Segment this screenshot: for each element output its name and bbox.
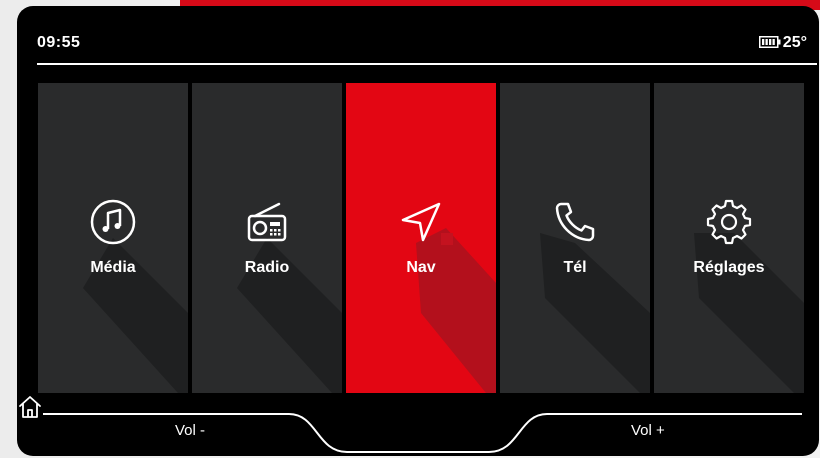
tile-label: Tél bbox=[563, 259, 587, 276]
temperature: 25° bbox=[782, 34, 807, 51]
gear-icon bbox=[706, 199, 752, 245]
radio-icon bbox=[247, 202, 287, 242]
volume-down-button[interactable]: Vol - bbox=[175, 422, 205, 439]
phone-icon bbox=[555, 202, 595, 242]
navigation-arrow-icon bbox=[401, 202, 441, 242]
tile-settings[interactable]: Réglages bbox=[654, 83, 804, 393]
tile-nav[interactable]: Nav bbox=[346, 83, 496, 393]
tile-label: Média bbox=[90, 259, 136, 276]
tile-label: Radio bbox=[244, 259, 290, 276]
tile-radio[interactable]: Radio bbox=[192, 83, 342, 393]
battery-icon bbox=[759, 36, 781, 48]
infotainment-screen: 09:55 25° Média Radio Nav Tél Réglages V… bbox=[17, 6, 819, 456]
bottom-bar: Vol - Vol + bbox=[17, 394, 819, 456]
app-tiles: Média Radio Nav Tél Réglages bbox=[38, 83, 804, 393]
volume-up-button[interactable]: Vol + bbox=[631, 422, 665, 439]
tile-media[interactable]: Média bbox=[38, 83, 188, 393]
status-divider bbox=[37, 63, 817, 65]
status-bar: 09:55 25° bbox=[17, 6, 819, 66]
tile-phone[interactable]: Tél bbox=[500, 83, 650, 393]
tile-label: Réglages bbox=[693, 259, 765, 276]
music-note-icon bbox=[90, 199, 136, 245]
bottom-bar-outline bbox=[43, 413, 802, 453]
home-icon[interactable] bbox=[17, 394, 43, 420]
clock: 09:55 bbox=[37, 34, 81, 51]
tile-label: Nav bbox=[406, 259, 436, 276]
